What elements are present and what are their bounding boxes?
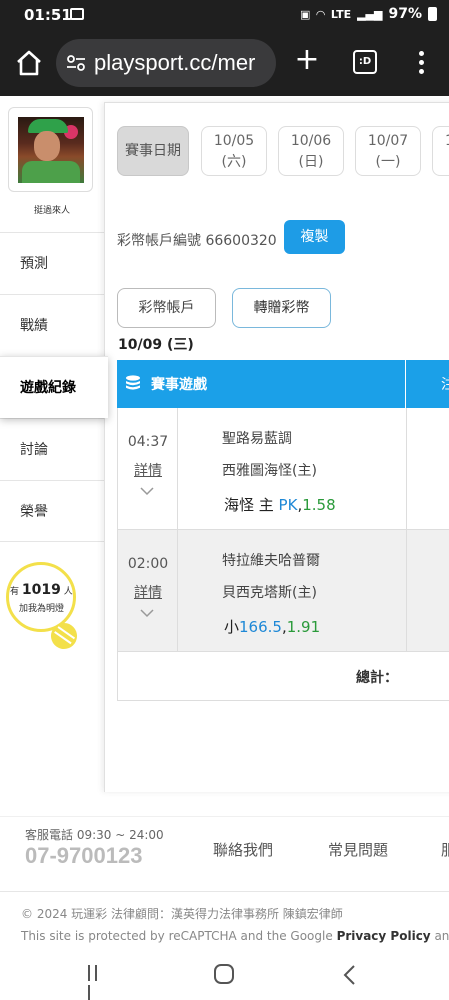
more-menu-icon[interactable] xyxy=(413,48,429,78)
chevron-down-icon[interactable] xyxy=(140,608,154,618)
site-settings-icon[interactable] xyxy=(66,53,86,73)
signal-icon: ▂▄▆ xyxy=(357,7,383,21)
away-team: 特拉維夫哈普爾 xyxy=(222,553,320,569)
home-team: 西雅圖海怪(主) xyxy=(222,463,317,479)
battery-percent: 97% xyxy=(388,6,422,22)
avatar[interactable] xyxy=(8,107,93,192)
day-label: 10/09 (三) xyxy=(118,337,194,353)
column-header-bet: 注 xyxy=(441,377,449,393)
battery-icon xyxy=(428,7,437,21)
contact-us-link[interactable]: 聯絡我們 xyxy=(213,839,273,860)
browser-toolbar: playsport.cc/mer + :D xyxy=(0,30,449,96)
away-team: 聖路易藍調 xyxy=(222,431,292,447)
web-page: 挺過來人 預測 戰績 遊戲紀錄 討論 榮譽 有 1019 人 加我為明燈 賽事日… xyxy=(0,96,449,950)
copyright: © 2024 玩運彩 法律顧問：漢英得力法律事務所 陳鎮宏律師 xyxy=(21,907,343,921)
privacy-policy-link[interactable]: Privacy Policy xyxy=(337,929,431,943)
status-time: 01:51 xyxy=(24,6,72,24)
sidebar-item-label: 榮譽 xyxy=(20,504,48,520)
screen: 01:51 ▣ ◠ LTE ▂▄▆ 97% playsport.cc/mer +… xyxy=(0,0,449,1000)
system-nav-bar xyxy=(0,950,449,1000)
status-right: ▣ ◠ LTE ▂▄▆ 97% xyxy=(300,6,437,22)
sidebar-item-label: 遊戲紀錄 xyxy=(20,380,76,396)
detail-link[interactable]: 詳情 xyxy=(118,582,178,602)
column-header-game: 賽事遊戲 xyxy=(151,377,207,393)
supporter-count: 有 1019 人 xyxy=(10,582,73,598)
service-hours: 客服電話 09:30 ~ 24:00 xyxy=(25,828,164,842)
status-bar: 01:51 ▣ ◠ LTE ▂▄▆ 97% xyxy=(0,0,449,30)
sidebar-item-record[interactable]: 戰績 xyxy=(0,294,104,356)
back-icon[interactable] xyxy=(340,964,360,986)
coin-account-number: 彩幣帳戶編號 66600320 xyxy=(117,233,277,249)
tab-switcher-button[interactable]: :D xyxy=(353,50,377,74)
lock-icon: ▣ xyxy=(300,7,311,21)
wifi-icon: ◠ xyxy=(316,7,325,21)
faq-link[interactable]: 常見問題 xyxy=(328,839,388,860)
sidebar-item-label: 討論 xyxy=(20,442,48,458)
date-tab[interactable]: 10/07 (一) xyxy=(355,126,421,176)
date-tab[interactable]: 1 xyxy=(432,126,449,176)
sidebar-item-predictions[interactable]: 預測 xyxy=(0,232,104,294)
bet-pick: 海怪 主 PK,1.58 xyxy=(224,496,336,514)
database-icon xyxy=(126,375,140,390)
address-bar[interactable]: playsport.cc/mer xyxy=(56,39,276,87)
home-icon[interactable] xyxy=(14,48,44,78)
total-label: 總計： xyxy=(356,670,398,686)
sidebar-item-game-log[interactable]: 遊戲紀錄 xyxy=(0,356,108,418)
follow-link[interactable]: 加我為明燈 xyxy=(19,601,64,614)
transfer-coins-button[interactable]: 轉贈彩幣 xyxy=(232,288,331,328)
total-row: 總計： xyxy=(117,651,449,701)
gallery-notification-icon xyxy=(70,8,84,20)
username[interactable]: 挺過來人 xyxy=(0,203,104,216)
avatar-photo xyxy=(18,117,84,183)
date-tab[interactable]: 10/05 (六) xyxy=(201,126,267,176)
url-text: playsport.cc/mer xyxy=(94,50,256,75)
date-tab[interactable]: 10/06 (日) xyxy=(278,126,344,176)
table-header: 賽事遊戲 注 xyxy=(117,360,449,408)
game-time: 04:37 xyxy=(127,434,169,450)
table-row: 02:00 詳情 特拉維夫哈普爾 貝西克塔斯(主) 小166.5,1.91 xyxy=(117,530,449,652)
recaptcha-notice: This site is protected by reCAPTCHA and … xyxy=(21,929,449,943)
profile-sidebar: 挺過來人 預測 戰績 遊戲紀錄 討論 榮譽 有 1019 人 加我為明燈 xyxy=(0,96,108,796)
sidebar-item-discussion[interactable]: 討論 xyxy=(0,418,104,480)
home-nav-icon[interactable] xyxy=(214,964,234,984)
site-footer: 客服電話 09:30 ~ 24:00 07-9700123 聯絡我們 常見問題 … xyxy=(0,816,449,950)
recent-apps-icon[interactable] xyxy=(88,965,108,1000)
service-link[interactable]: 服 xyxy=(441,839,449,860)
date-label: 賽事日期 xyxy=(117,126,189,176)
chevron-down-icon[interactable] xyxy=(140,486,154,496)
bet-pick: 小166.5,1.91 xyxy=(224,618,321,636)
sidebar-item-honors[interactable]: 榮譽 xyxy=(0,480,104,542)
sidebar-item-label: 預測 xyxy=(20,256,48,272)
lte-indicator: LTE xyxy=(330,7,352,21)
game-log-panel: 賽事日期 10/05(六) 10/06(日) 10/07(一) 1 彩幣帳戶編號… xyxy=(104,102,449,792)
coins-account-button[interactable]: 彩幣帳戶 xyxy=(117,288,216,328)
copy-button[interactable]: 複製 xyxy=(284,220,345,254)
game-time: 02:00 xyxy=(127,556,169,572)
table-row: 04:37 詳情 聖路易藍調 西雅圖海怪(主) 海怪 主 PK,1.58 xyxy=(117,408,449,530)
sidebar-item-label: 戰績 xyxy=(20,318,48,334)
service-phone[interactable]: 07-9700123 xyxy=(25,843,142,869)
new-tab-button[interactable]: + xyxy=(292,45,322,75)
detail-link[interactable]: 詳情 xyxy=(118,460,178,480)
home-team: 貝西克塔斯(主) xyxy=(222,585,317,601)
